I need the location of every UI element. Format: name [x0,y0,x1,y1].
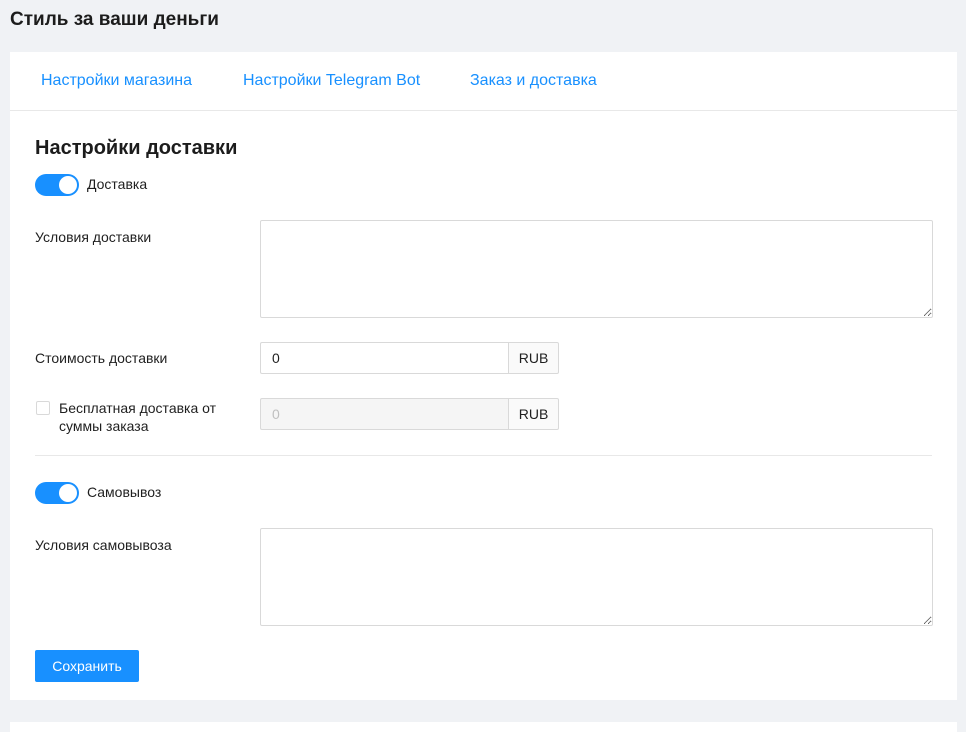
delivery-toggle[interactable] [35,174,79,196]
toggle-knob [59,176,77,194]
pickup-conditions-textarea[interactable] [260,528,933,626]
tab-bar: Настройки магазина Настройки Telegram Bo… [10,52,957,111]
free-delivery-threshold-input [260,398,508,430]
free-delivery-label: Бесплатная доставка от суммы заказа [59,400,217,434]
free-delivery-checkbox[interactable] [36,401,50,415]
delivery-conditions-textarea[interactable] [260,220,933,318]
delivery-cost-group: RUB [260,342,559,374]
pickup-toggle[interactable] [35,482,79,504]
delivery-cost-label: Стоимость доставки [35,350,168,366]
tab-telegram-bot-settings[interactable]: Настройки Telegram Bot [243,72,420,90]
page-footer-background [0,700,966,722]
delivery-conditions-label: Условия доставки [35,229,152,245]
page-title: Стиль за ваши деньги [10,9,219,30]
delivery-toggle-label: Доставка [87,176,148,192]
free-delivery-currency: RUB [508,398,559,430]
tab-store-settings[interactable]: Настройки магазина [41,72,192,90]
pickup-conditions-label: Условия самовывоза [35,537,172,553]
tab-order-delivery[interactable]: Заказ и доставка [470,72,597,90]
toggle-knob [59,484,77,502]
section-divider [35,455,932,456]
pickup-toggle-label: Самовывоз [87,484,162,500]
delivery-cost-input[interactable] [260,342,508,374]
save-button[interactable]: Сохранить [35,650,139,682]
settings-card: Настройки магазина Настройки Telegram Bo… [10,52,957,732]
section-title: Настройки доставки [35,137,238,159]
delivery-cost-currency: RUB [508,342,559,374]
free-delivery-group: RUB [260,398,559,430]
